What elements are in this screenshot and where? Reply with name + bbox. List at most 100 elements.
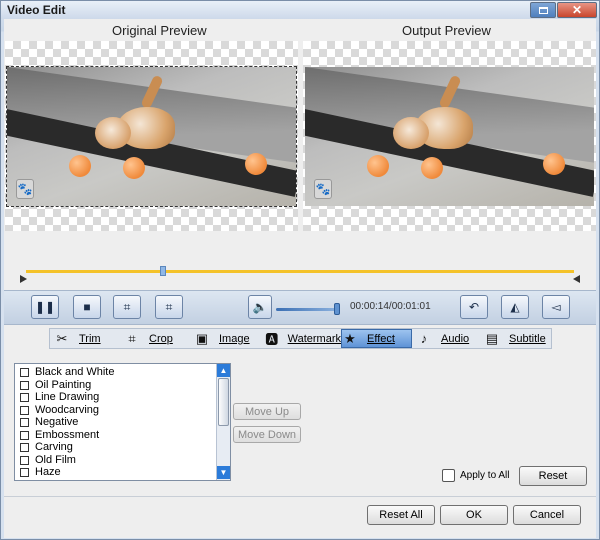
reset-all-button[interactable]: Reset All bbox=[367, 505, 435, 525]
rotate-button[interactable]: ↶ bbox=[460, 295, 488, 319]
divider bbox=[4, 496, 596, 497]
reset-button[interactable]: Reset bbox=[519, 466, 587, 486]
cancel-button[interactable]: Cancel bbox=[513, 505, 581, 525]
effects-list[interactable]: Black and White Oil Painting Line Drawin… bbox=[14, 363, 231, 481]
crop-icon: ⌗ bbox=[128, 330, 136, 346]
mark-out-icon: ⌗ bbox=[165, 299, 173, 314]
close-button[interactable]: ✕ bbox=[557, 2, 597, 18]
volume-slider[interactable] bbox=[276, 308, 340, 311]
original-preview-panel[interactable]: 🐾 bbox=[5, 41, 298, 231]
flip-horizontal-button[interactable]: ◭ bbox=[501, 295, 529, 319]
effect-label: Embossment bbox=[35, 429, 100, 441]
tab-label: Trim bbox=[79, 332, 101, 345]
tab-label: Watermark bbox=[287, 332, 341, 345]
checkbox[interactable] bbox=[20, 380, 29, 390]
play-pause-button[interactable]: ❚❚ bbox=[31, 295, 59, 319]
volume-knob[interactable] bbox=[333, 303, 340, 315]
kitten-head bbox=[393, 117, 429, 149]
tab-crop[interactable]: ⌗ Crop bbox=[124, 329, 184, 348]
tab-subtitle[interactable]: ▤ Subtitle bbox=[484, 329, 550, 348]
mark-out-button[interactable]: ⌗ bbox=[155, 295, 183, 319]
tab-watermark[interactable]: 🅰 Watermark bbox=[265, 329, 341, 348]
apply-to-all-label: Apply to All bbox=[460, 470, 510, 481]
output-video-frame: 🐾 bbox=[305, 67, 594, 206]
ok-button[interactable]: OK bbox=[440, 505, 508, 525]
watermark-icon: 🐾 bbox=[314, 179, 332, 199]
tab-trim[interactable]: ✂ Trim bbox=[54, 329, 122, 348]
checkbox[interactable] bbox=[20, 430, 29, 440]
pause-icon: ❚❚ bbox=[34, 300, 56, 314]
stop-button[interactable]: ■ bbox=[73, 295, 101, 319]
original-preview-label: Original Preview bbox=[112, 23, 207, 38]
tab-label: Effect bbox=[367, 332, 395, 345]
mark-in-button[interactable]: ⌗ bbox=[113, 295, 141, 319]
video-edit-window: Video Edit ✕ Original Preview Output Pre… bbox=[0, 0, 600, 540]
maximize-button[interactable] bbox=[530, 2, 556, 18]
move-up-button[interactable]: Move Up bbox=[233, 403, 301, 420]
flip-horizontal-icon: ◭ bbox=[510, 300, 520, 314]
effect-label: Old Film bbox=[35, 454, 76, 466]
list-item[interactable]: Carving bbox=[20, 441, 73, 453]
star-icon: ★ bbox=[344, 330, 356, 346]
effect-label: Negative bbox=[35, 416, 79, 428]
effect-label: Woodcarving bbox=[35, 404, 99, 416]
maximize-icon bbox=[538, 6, 548, 14]
rotate-icon: ↶ bbox=[468, 300, 480, 314]
tab-label: Image bbox=[219, 332, 250, 345]
list-item[interactable]: Haze bbox=[20, 466, 61, 478]
checkbox[interactable] bbox=[20, 405, 29, 415]
ball bbox=[421, 157, 443, 179]
list-item[interactable]: Oil Painting bbox=[20, 379, 91, 391]
list-item[interactable]: Line Drawing bbox=[20, 391, 99, 403]
list-item[interactable]: Old Film bbox=[20, 454, 76, 466]
scroll-up-arrow-icon[interactable]: ▲ bbox=[217, 364, 230, 377]
tab-image[interactable]: ▣ Image bbox=[194, 329, 256, 348]
playback-controls: ❚❚ ■ ⌗ ⌗ 🔈 00:00:14/00:01:01 ↶ ◭ ◅ bbox=[4, 290, 596, 325]
checkbox[interactable] bbox=[20, 455, 29, 465]
flip-vertical-button[interactable]: ◅ bbox=[542, 295, 570, 319]
image-icon: ▣ bbox=[195, 330, 209, 346]
tab-label: Audio bbox=[441, 332, 470, 345]
checkbox[interactable] bbox=[20, 467, 29, 477]
apply-to-all-checkbox[interactable] bbox=[442, 469, 455, 482]
ball bbox=[543, 153, 565, 175]
trim-end-marker-icon[interactable] bbox=[573, 275, 580, 283]
list-item[interactable]: Woodcarving bbox=[20, 404, 99, 416]
time-display: 00:00:14/00:01:01 bbox=[350, 301, 431, 312]
output-preview-label: Output Preview bbox=[402, 23, 491, 38]
tab-label: Crop bbox=[149, 332, 173, 345]
mark-in-icon: ⌗ bbox=[123, 299, 131, 314]
move-down-button[interactable]: Move Down bbox=[233, 426, 301, 443]
crop-selection-frame[interactable] bbox=[6, 66, 297, 207]
playhead[interactable] bbox=[160, 266, 166, 276]
ball bbox=[367, 155, 389, 177]
flip-vertical-icon: ◅ bbox=[551, 300, 561, 314]
client-area: Original Preview Output Preview 🐾 🐾 ❚❚ ■… bbox=[4, 19, 596, 538]
tab-effect[interactable]: ★ Effect bbox=[341, 329, 412, 348]
effect-label: Oil Painting bbox=[35, 379, 92, 391]
timeline-bar bbox=[26, 270, 574, 273]
watermark-icon: 🅰 bbox=[265, 332, 279, 347]
output-preview-panel: 🐾 bbox=[303, 41, 596, 231]
volume-button[interactable]: 🔈 bbox=[248, 295, 272, 319]
checkbox[interactable] bbox=[20, 442, 29, 452]
tab-label: Subtitle bbox=[509, 332, 546, 345]
effects-scrollbar[interactable]: ▲ ▼ bbox=[216, 364, 230, 480]
list-item[interactable]: Black and White bbox=[20, 366, 114, 378]
tab-audio[interactable]: ♪ Audio bbox=[416, 329, 476, 348]
effect-label: Haze bbox=[35, 466, 61, 478]
list-item[interactable]: Embossment bbox=[20, 429, 99, 441]
list-item[interactable]: Negative bbox=[20, 416, 78, 428]
timeline[interactable] bbox=[20, 266, 580, 284]
trim-start-marker-icon[interactable] bbox=[20, 275, 27, 283]
checkbox[interactable] bbox=[20, 392, 29, 402]
stop-icon: ■ bbox=[83, 300, 91, 314]
scroll-thumb[interactable] bbox=[218, 378, 229, 426]
scroll-down-arrow-icon[interactable]: ▼ bbox=[217, 466, 230, 479]
subtitle-icon: ▤ bbox=[485, 330, 499, 346]
effect-label: Black and White bbox=[35, 366, 115, 378]
checkbox[interactable] bbox=[20, 417, 29, 427]
close-icon: ✕ bbox=[571, 3, 583, 17]
checkbox[interactable] bbox=[20, 367, 29, 377]
scissors-icon: ✂ bbox=[56, 330, 68, 346]
